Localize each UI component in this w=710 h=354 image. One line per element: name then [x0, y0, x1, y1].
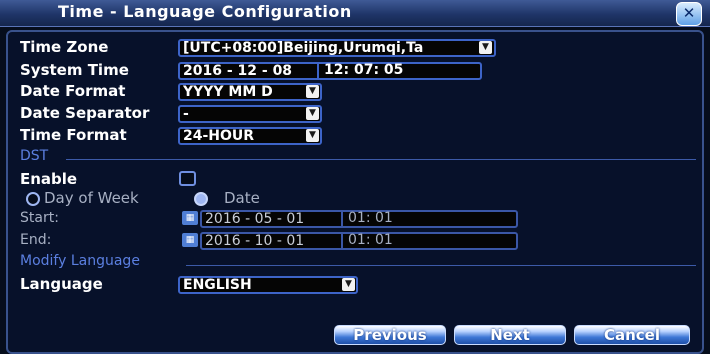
time-format-label: Time Format [20, 126, 127, 144]
previous-button[interactable]: Previous [334, 325, 446, 345]
system-time-label: System Time [20, 61, 129, 79]
chevron-down-icon[interactable]: ▼ [479, 41, 492, 54]
dst-start-label: Start: [20, 210, 59, 226]
cancel-button[interactable]: Cancel [574, 325, 690, 345]
day-of-week-label: Day of Week [44, 189, 139, 207]
section-divider [66, 159, 696, 160]
dst-start-time[interactable]: 01: 01 [348, 210, 393, 226]
field-divider [317, 64, 319, 78]
system-clock-value[interactable]: 12: 07: 05 [324, 62, 403, 78]
language-value: ENGLISH [183, 277, 252, 293]
date-format-label: Date Format [20, 82, 126, 100]
dst-end-time[interactable]: 01: 01 [348, 232, 393, 248]
close-icon[interactable]: ✕ [676, 2, 702, 26]
date-mode-label: Date [224, 189, 260, 207]
day-of-week-radio[interactable] [26, 192, 40, 206]
time-zone-select[interactable]: [UTC+08:00]Beijing,Urumqi,Ta [178, 39, 496, 57]
language-select[interactable]: ENGLISH [178, 276, 358, 294]
dst-section-title: DST [20, 148, 49, 164]
dst-end-date: 2016 - 10 - 01 [205, 233, 305, 249]
chevron-down-icon[interactable]: ▼ [342, 278, 355, 291]
dst-end-label: End: [20, 232, 52, 248]
calendar-icon[interactable]: ▦ [182, 211, 198, 225]
section-divider [186, 265, 696, 266]
time-format-value: 24-HOUR [183, 128, 255, 144]
dst-enable-checkbox[interactable] [179, 171, 196, 186]
language-section-title: Modify Language [20, 253, 140, 269]
window-title: Time - Language Configuration [58, 2, 352, 21]
calendar-icon[interactable]: ▦ [182, 233, 198, 247]
system-date-value: 2016 - 12 - 08 [183, 63, 293, 79]
field-divider [341, 234, 343, 248]
chevron-down-icon[interactable]: ▼ [306, 107, 319, 120]
chevron-down-icon[interactable]: ▼ [306, 129, 319, 142]
chevron-down-icon[interactable]: ▼ [306, 85, 319, 98]
field-divider [341, 212, 343, 226]
date-separator-label: Date Separator [20, 104, 150, 122]
time-zone-value: [UTC+08:00]Beijing,Urumqi,Ta [183, 40, 424, 56]
date-separator-select[interactable]: - [178, 105, 322, 123]
dst-start-date: 2016 - 05 - 01 [205, 211, 305, 227]
date-separator-value: - [183, 106, 189, 122]
date-format-select[interactable]: YYYY MM D [178, 83, 322, 101]
dst-enable-label: Enable [20, 170, 78, 188]
date-mode-radio[interactable] [194, 192, 208, 206]
next-button[interactable]: Next [454, 325, 566, 345]
language-label: Language [20, 275, 103, 293]
date-format-value: YYYY MM D [183, 84, 273, 100]
time-zone-label: Time Zone [20, 38, 109, 56]
time-format-select[interactable]: 24-HOUR [178, 127, 322, 145]
